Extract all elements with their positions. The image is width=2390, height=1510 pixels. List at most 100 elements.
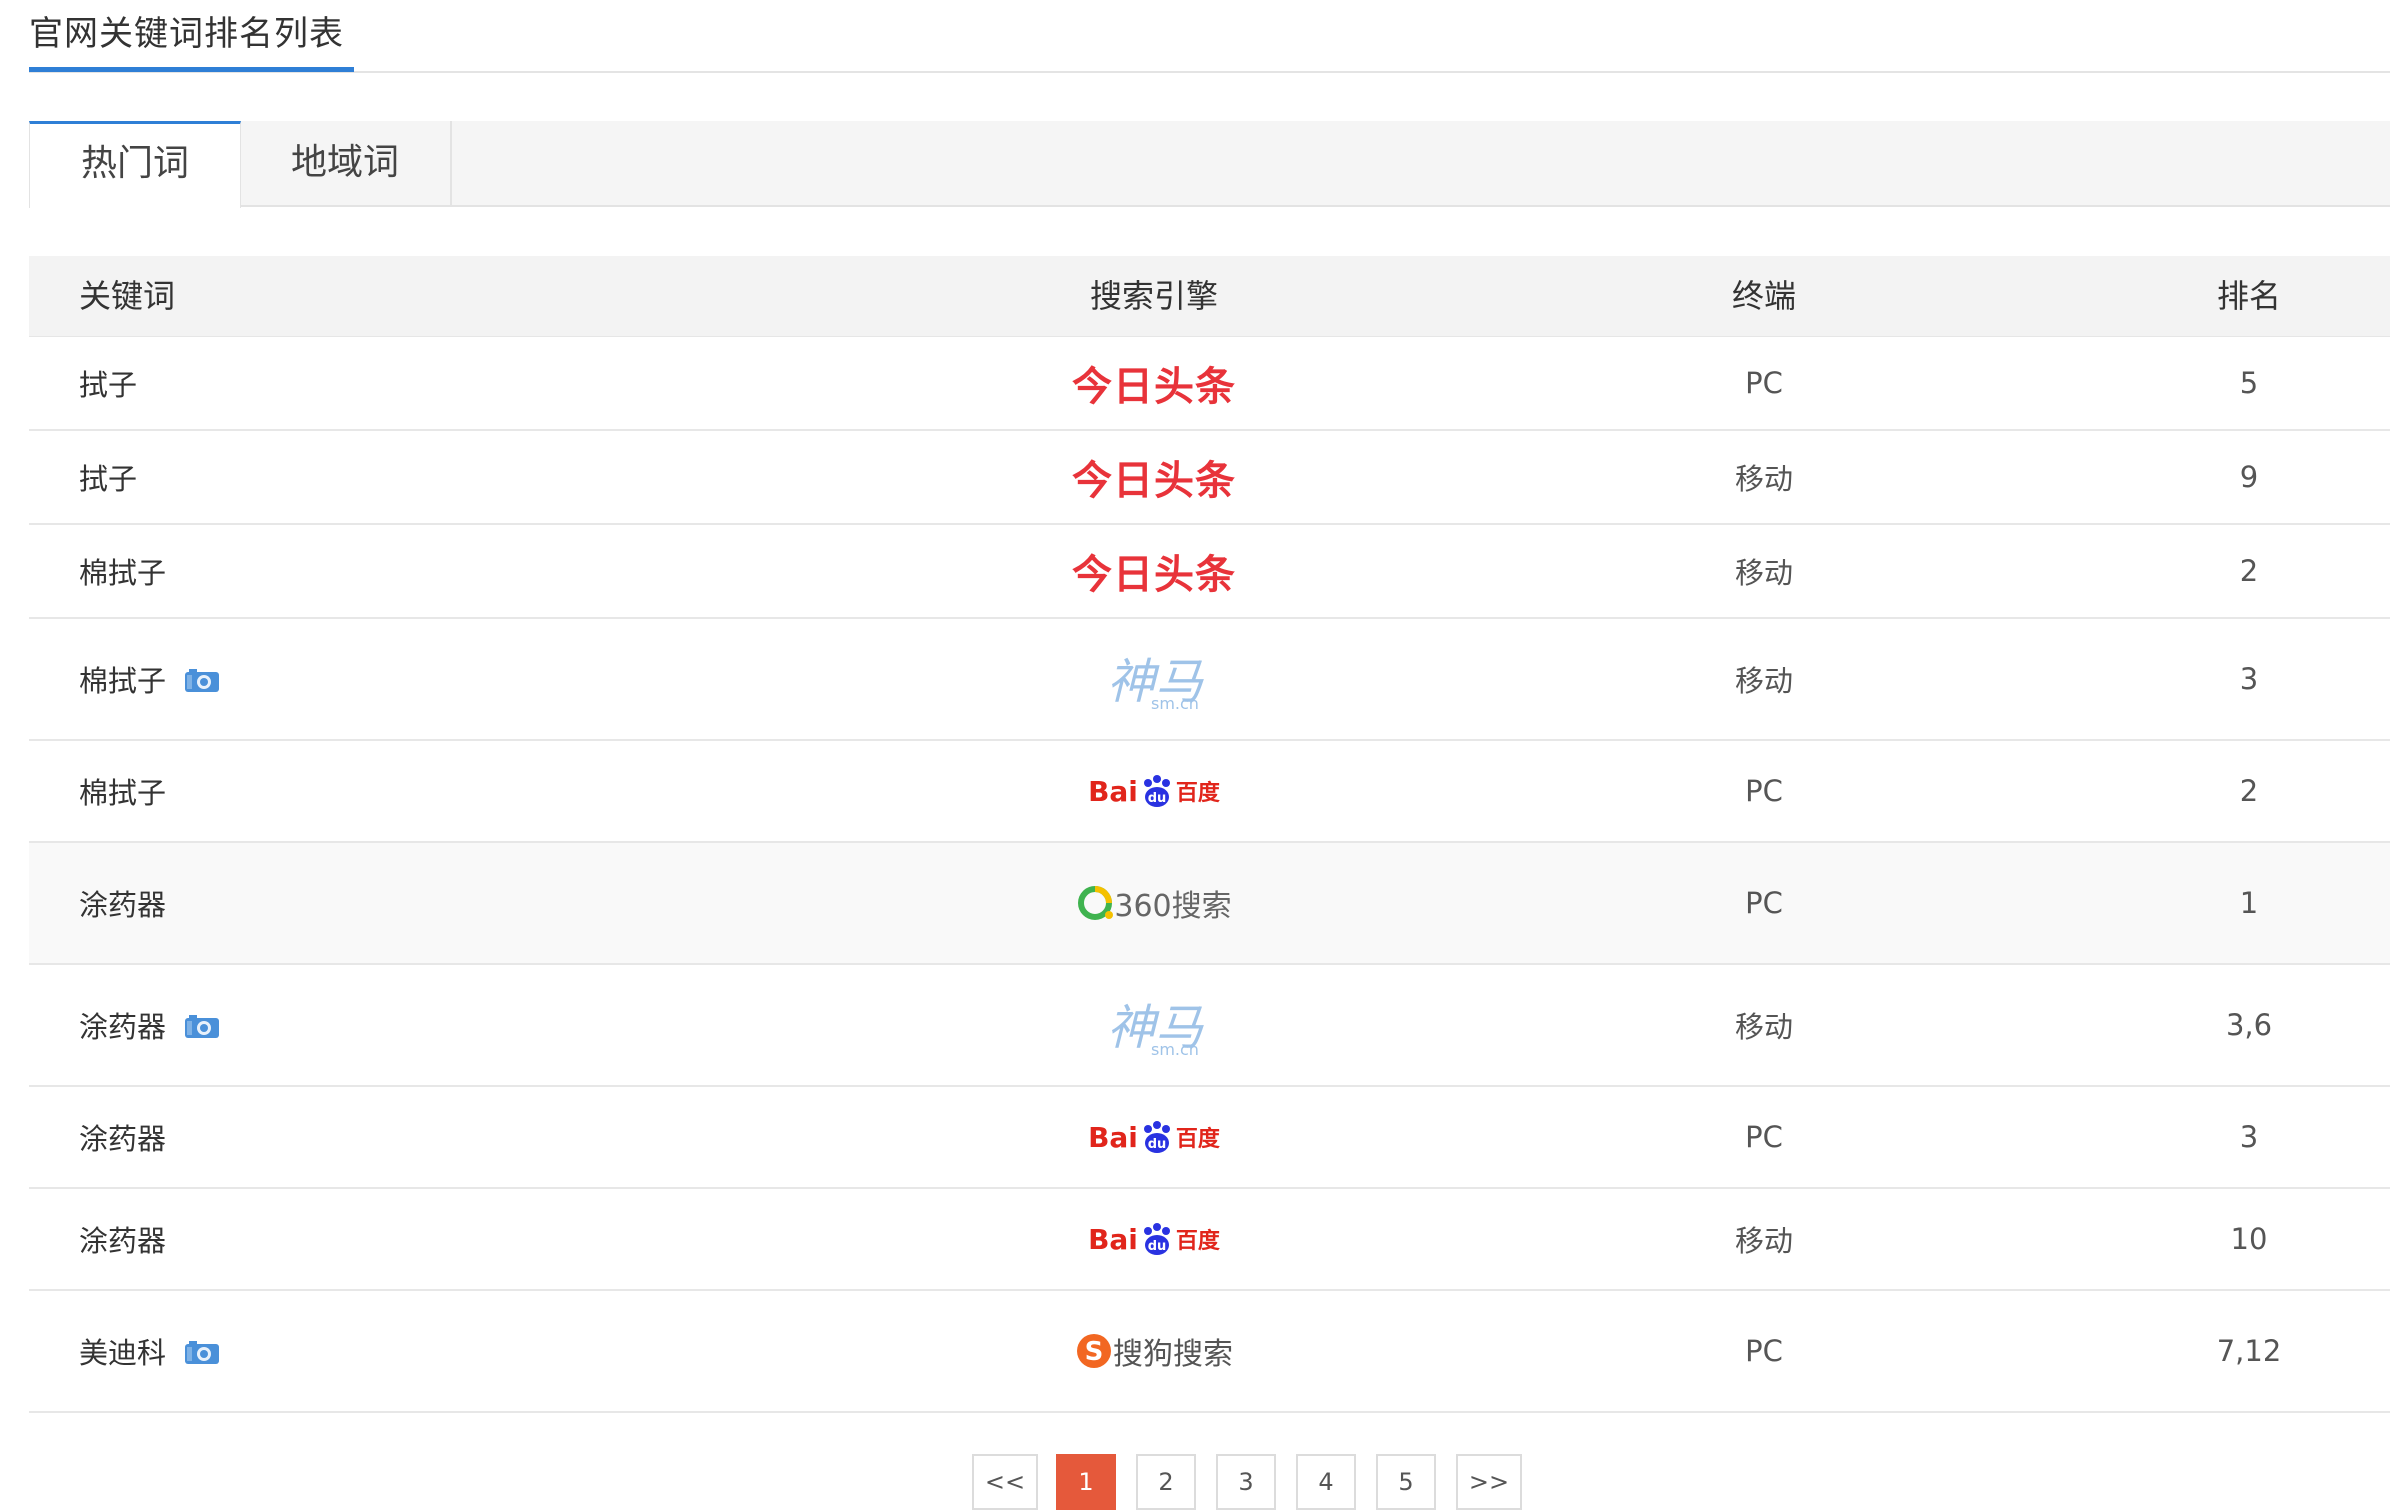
baidu-paw-icon: du [1143,775,1170,807]
baidu-logo: Bai du 百度 [1088,1222,1220,1256]
rank-cell: 7,12 [2216,1334,2282,1368]
tab-bar: 热门词 地域词 [29,121,2390,208]
keyword-cell: 棉拭子 [79,619,220,739]
terminal-cell: 移动 [1734,1224,1793,1258]
page-button-1[interactable]: 1 [1056,1454,1116,1510]
toutiao-logo: 今日头条 [1072,458,1236,504]
terminal-cell: PC [1745,1120,1783,1154]
svg-text:du: du [1148,1239,1167,1254]
baidu-logo: Bai du 百度 [1088,774,1220,808]
terminal-cell: 移动 [1734,462,1793,496]
baidu-paw-icon: du [1143,1223,1170,1255]
keyword-text: 涂药器 [79,1122,167,1156]
title-bar: 官网关键词排名列表 [29,0,2390,73]
next-page-button[interactable]: >> [1456,1454,1522,1510]
table-row: 涂药器 Bai du 百度 PC 3 [29,1087,2390,1189]
table-row: 棉拭子 今日头条 移动 2 [29,525,2390,619]
terminal-cell: PC [1745,366,1783,400]
table-row: 拭子 今日头条 PC 5 [29,337,2390,431]
engine-cell: Bai du 百度 [1029,1189,1279,1289]
sogou-logo: S 搜狗搜索 [1075,1329,1233,1373]
page-button-5[interactable]: 5 [1376,1454,1436,1510]
terminal-cell: PC [1745,1334,1783,1368]
camera-icon[interactable] [184,666,220,692]
keyword-cell: 棉拭子 [79,525,166,617]
page-button-3[interactable]: 3 [1216,1454,1276,1510]
so360-logo: 360搜索 [1076,881,1232,925]
page-button-2[interactable]: 2 [1136,1454,1196,1510]
keyword-cell: 涂药器 [79,843,166,963]
so360-ring-icon [1078,886,1114,920]
svg-text:S: S [1085,1337,1104,1367]
tab-region-words[interactable]: 地域词 [240,121,452,205]
rank-cell: 10 [2230,1222,2268,1256]
baidu-paw-icon: du [1143,1121,1170,1153]
keyword-text: 棉拭子 [79,556,167,590]
rank-cell: 1 [2239,886,2259,920]
terminal-cell: 移动 [1734,556,1793,590]
keyword-cell: 棉拭子 [79,741,166,841]
terminal-cell: 移动 [1734,1010,1793,1044]
table-row: 美迪科 S 搜狗搜索 PC 7,12 [29,1291,2390,1413]
keyword-cell: 拭子 [79,431,137,523]
column-header-terminal: 终端 [1731,277,1796,315]
baidu-logo: Bai du 百度 [1088,1120,1220,1154]
rank-cell: 9 [2239,460,2259,494]
rank-cell: 5 [2239,366,2259,400]
ranking-table: 关键词 搜索引擎 终端 排名 拭子 今日头条 PC 5 拭子 今日头条 移动 9… [29,256,2390,1413]
table-row: 棉拭子 Bai du 百度 PC 2 [29,741,2390,843]
engine-cell: 神马 sm.cn [1029,619,1279,739]
shenma-logo: 神马 sm.cn [1107,654,1204,713]
page-button-4[interactable]: 4 [1296,1454,1356,1510]
keyword-text: 棉拭子 [79,664,167,698]
rank-cell: 2 [2239,774,2259,808]
engine-cell: 神马 sm.cn [1029,965,1279,1085]
toutiao-logo: 今日头条 [1072,552,1236,598]
engine-cell: 今日头条 [1029,525,1279,617]
engine-cell: Bai du 百度 [1029,1087,1279,1187]
keyword-text: 涂药器 [79,1224,167,1258]
table-row: 涂药器 Bai du 百度 移动 10 [29,1189,2390,1291]
rank-cell: 3 [2239,662,2259,696]
keyword-text: 涂药器 [79,888,167,922]
sogou-s-icon: S [1077,1334,1111,1368]
prev-page-button[interactable]: << [972,1454,1038,1510]
keyword-cell: 涂药器 [79,965,220,1085]
keyword-text: 拭子 [79,368,138,402]
svg-text:du: du [1148,1137,1167,1152]
terminal-cell: 移动 [1734,664,1793,698]
rank-cell: 3,6 [2225,1008,2273,1042]
engine-cell: Bai du 百度 [1029,741,1279,841]
table-row: 棉拭子 神马 sm.cn 移动 3 [29,619,2390,741]
keyword-text: 涂药器 [79,1010,167,1044]
rank-cell: 3 [2239,1120,2259,1154]
rank-cell: 2 [2239,554,2259,588]
keyword-cell: 拭子 [79,337,137,429]
keyword-cell: 涂药器 [79,1087,166,1187]
title-underline [29,67,354,72]
engine-cell: 今日头条 [1029,337,1279,429]
table-row: 涂药器 360搜索 PC 1 [29,843,2390,965]
keyword-text: 拭子 [79,462,138,496]
toutiao-logo: 今日头条 [1072,364,1236,410]
tab-hot-words[interactable]: 热门词 [29,121,241,208]
shenma-logo: 神马 sm.cn [1107,1000,1204,1059]
column-header-keyword: 关键词 [79,277,176,315]
keyword-cell: 美迪科 [79,1291,220,1411]
page-title: 官网关键词排名列表 [29,14,344,54]
table-header: 关键词 搜索引擎 终端 排名 [29,256,2390,337]
svg-text:du: du [1148,791,1167,806]
engine-cell: 360搜索 [1029,843,1279,963]
camera-icon[interactable] [184,1012,220,1038]
camera-icon[interactable] [184,1338,220,1364]
terminal-cell: PC [1745,886,1783,920]
column-header-engine: 搜索引擎 [1089,277,1218,315]
engine-cell: S 搜狗搜索 [1029,1291,1279,1411]
table-row: 涂药器 神马 sm.cn 移动 3,6 [29,965,2390,1087]
terminal-cell: PC [1745,774,1783,808]
keyword-text: 棉拭子 [79,776,167,810]
engine-cell: 今日头条 [1029,431,1279,523]
keyword-cell: 涂药器 [79,1189,166,1289]
table-row: 拭子 今日头条 移动 9 [29,431,2390,525]
column-header-rank: 排名 [2216,277,2281,315]
